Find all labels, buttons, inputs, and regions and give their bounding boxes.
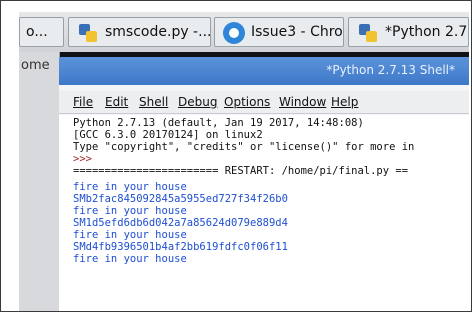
- taskbar-tab-label: smscode.py -...: [105, 24, 211, 40]
- console-output-line: SMb2fac845092845a5955ed727f34f26b0: [73, 193, 288, 205]
- taskbar-tab-partial[interactable]: o...: [19, 17, 64, 47]
- console-prompt: >>>: [73, 153, 92, 165]
- console-output-line: fire in your house: [73, 253, 187, 265]
- menu-file[interactable]: File: [73, 95, 93, 109]
- taskbar-tab-label: *Python 2.7...: [385, 24, 468, 40]
- menu-options[interactable]: Options: [224, 95, 270, 109]
- console-output-line: SM1d5efd6db6d042a7a85624d079e889d4: [73, 217, 288, 229]
- python-shell-window: *Python 2.7.13 Shell* File Edit Shell De…: [59, 57, 469, 311]
- taskbar-tab-label: Issue3 - Chro...: [251, 24, 343, 40]
- background-window: ome: [19, 52, 60, 311]
- python-shell-icon: [357, 22, 379, 44]
- photo-frame: o... smscode.py -... Issue3 - Chro... *P…: [0, 0, 472, 312]
- console-line-type: Type "copyright", "credits" or "license(…: [73, 141, 415, 153]
- menu-help[interactable]: Help: [331, 95, 358, 109]
- taskbar-tab-chromium[interactable]: Issue3 - Chro...: [214, 17, 344, 47]
- taskbar-tab-python-shell[interactable]: *Python 2.7...: [348, 17, 469, 47]
- console-output-line: fire in your house: [73, 229, 187, 241]
- taskbar: o... smscode.py -... Issue3 - Chro... *P…: [19, 12, 469, 52]
- menu-bar: File Edit Shell Debug Options Window Hel…: [59, 91, 469, 114]
- console-line-banner: Python 2.7.13 (default, Jan 19 2017, 14:…: [73, 117, 364, 129]
- python-file-icon: [77, 22, 99, 44]
- monitor-screen: o... smscode.py -... Issue3 - Chro... *P…: [19, 12, 469, 311]
- menu-shell[interactable]: Shell: [139, 95, 168, 109]
- menu-edit[interactable]: Edit: [105, 95, 128, 109]
- console-line-gcc: [GCC 6.3.0 20170124] on linux2: [73, 129, 263, 141]
- background-window-text: ome: [21, 58, 50, 73]
- shell-console[interactable]: Python 2.7.13 (default, Jan 19 2017, 14:…: [59, 115, 469, 311]
- menu-debug[interactable]: Debug: [178, 95, 217, 109]
- taskbar-tab-smscode[interactable]: smscode.py -...: [68, 17, 211, 47]
- console-output-line: SMd4fb9396501b4af2bb619fdfc0f06f11: [73, 241, 288, 253]
- window-title: *Python 2.7.13 Shell*: [326, 63, 455, 77]
- console-output-line: fire in your house: [73, 205, 187, 217]
- taskbar-tab-label: o...: [26, 24, 48, 40]
- console-line-restart: ======================= RESTART: /home/p…: [73, 165, 409, 177]
- console-output-line: fire in your house: [73, 181, 187, 193]
- chromium-icon: [223, 22, 245, 44]
- window-titlebar[interactable]: *Python 2.7.13 Shell*: [59, 57, 469, 85]
- menu-window[interactable]: Window: [279, 95, 326, 109]
